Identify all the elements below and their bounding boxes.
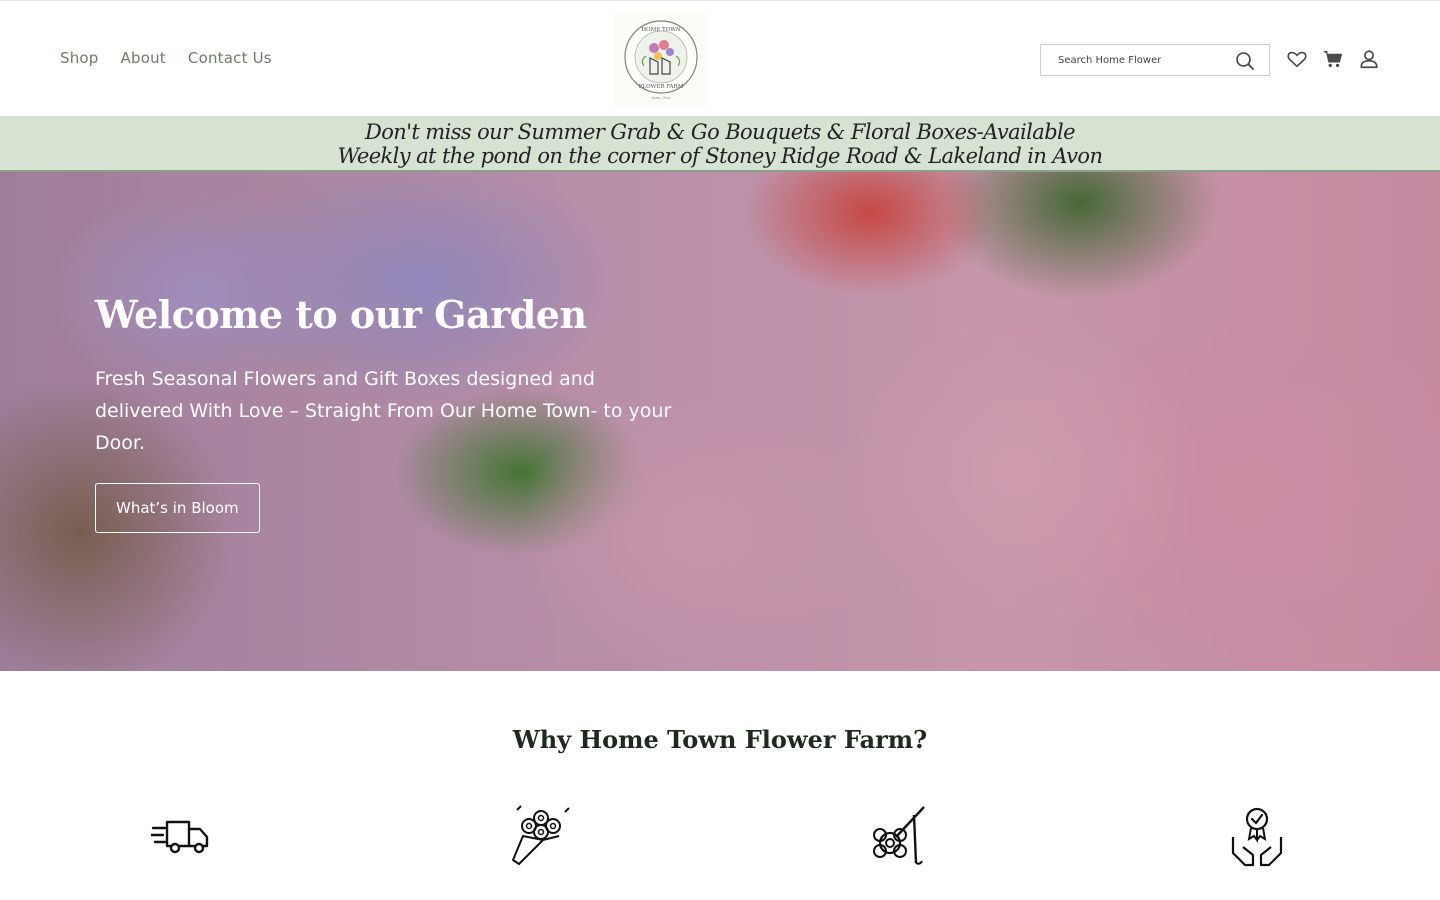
quality-badge-hands-icon xyxy=(1222,801,1292,871)
banner-line-2: Weekly at the pond on the corner of Ston… xyxy=(337,144,1103,168)
why-title: Why Home Town Flower Farm? xyxy=(512,725,928,754)
hero-content: Welcome to our Garden Fresh Seasonal Flo… xyxy=(95,292,695,533)
main-nav: Shop About Contact Us xyxy=(60,49,272,67)
banner-line-1: Don't miss our Summer Grab & Go Bouquets… xyxy=(364,120,1076,144)
hero-title: Welcome to our Garden xyxy=(95,292,587,337)
nav-shop-link[interactable]: Shop xyxy=(60,49,99,67)
search-icon[interactable] xyxy=(1235,51,1255,75)
site-logo[interactable]: HOME TOWN FLOWER FARM Avon, Ohio xyxy=(614,13,708,107)
logo-emblem: HOME TOWN FLOWER FARM Avon, Ohio xyxy=(624,20,698,100)
hero-subtitle: Fresh Seasonal Flowers and Gift Boxes de… xyxy=(95,368,672,454)
heart-icon[interactable] xyxy=(1286,48,1308,70)
announcement-banner: Don't miss our Summer Grab & Go Bouquets… xyxy=(0,116,1440,172)
header-icons xyxy=(1286,48,1380,70)
whats-in-bloom-button[interactable]: What’s in Bloom xyxy=(95,483,260,533)
logo-text-small: Avon, Ohio xyxy=(652,96,671,100)
logo-text-bottom: FLOWER FARM xyxy=(639,84,684,90)
search-box xyxy=(1040,44,1270,76)
user-icon[interactable] xyxy=(1358,48,1380,70)
why-section: Why Home Town Flower Farm? xyxy=(0,671,1440,900)
bouquet-icon xyxy=(506,801,576,871)
logo-text-top: HOME TOWN xyxy=(641,27,681,33)
search-input[interactable] xyxy=(1041,54,1231,66)
nav-about-link[interactable]: About xyxy=(121,49,166,67)
delivery-truck-icon xyxy=(146,801,216,871)
hero-section: Welcome to our Garden Fresh Seasonal Flo… xyxy=(0,172,1440,671)
nav-contact-link[interactable]: Contact Us xyxy=(188,49,272,67)
cart-icon[interactable] xyxy=(1322,48,1344,70)
flower-tools-icon xyxy=(864,801,934,871)
site-header: Shop About Contact Us HOME TOWN FLOWER F… xyxy=(0,0,1440,116)
